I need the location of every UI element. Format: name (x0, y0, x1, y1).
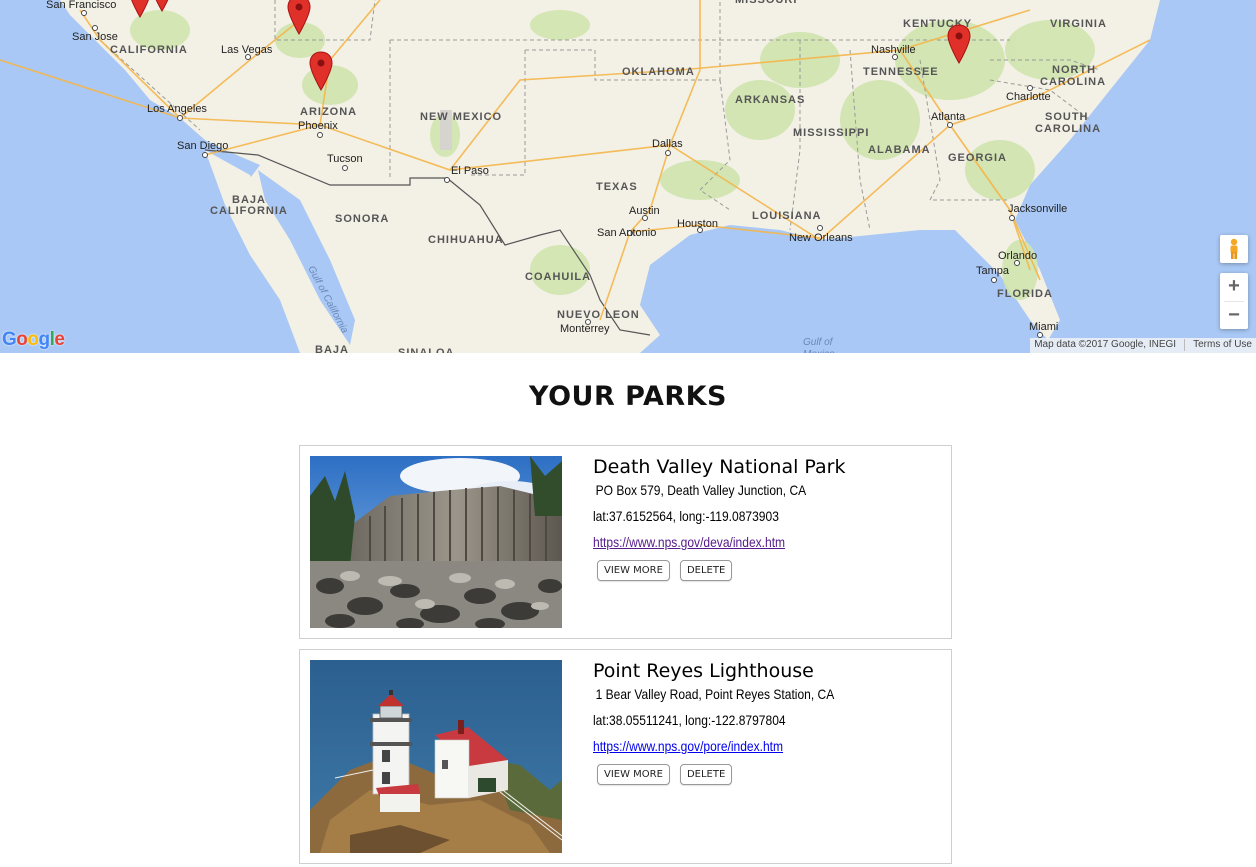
svg-text:Dallas: Dallas (652, 138, 683, 150)
terms-of-use-link[interactable]: Terms of Use (1193, 339, 1252, 352)
svg-text:ALABAMA: ALABAMA (868, 144, 931, 156)
park-photo (310, 456, 562, 628)
park-card: Point Reyes Lighthouse 1 Bear Valley Roa… (299, 649, 952, 864)
svg-text:BAJA: BAJA (315, 344, 349, 353)
delete-button[interactable]: DELETE (679, 764, 733, 785)
svg-text:Monterrey: Monterrey (560, 323, 610, 335)
basalt-columns-photo (310, 456, 562, 628)
svg-text:Phoenix: Phoenix (298, 120, 338, 132)
card-actions: VIEW MORE DELETE (593, 560, 845, 581)
google-logo[interactable]: Google (2, 329, 65, 351)
svg-text:MISSOURI: MISSOURI (735, 0, 797, 6)
park-card: Death Valley National Park PO Box 579, D… (299, 445, 952, 639)
map-attribution: Map data ©2017 Google, INEGI Terms of Us… (1030, 338, 1256, 353)
page-title: YOUR PARKS (528, 381, 728, 412)
svg-text:CAROLINA: CAROLINA (1040, 76, 1106, 88)
svg-text:NORTH: NORTH (1052, 64, 1096, 76)
map-marker-icon[interactable] (309, 51, 333, 91)
svg-text:Gulf of: Gulf of (803, 337, 834, 348)
svg-text:COAHUILA: COAHUILA (525, 271, 591, 283)
svg-text:Charlotte: Charlotte (1006, 91, 1051, 103)
svg-text:Austin: Austin (629, 205, 660, 217)
svg-text:NUEVO LEON: NUEVO LEON (557, 309, 640, 321)
park-website-link[interactable]: https://www.nps.gov/pore/index.htm (593, 738, 834, 754)
map-marker-icon[interactable] (947, 24, 971, 64)
delete-button[interactable]: DELETE (679, 560, 733, 581)
svg-text:Miami: Miami (1029, 321, 1058, 333)
svg-text:ARIZONA: ARIZONA (300, 106, 357, 118)
svg-text:CAROLINA: CAROLINA (1035, 123, 1101, 135)
zoom-in-button[interactable]: + (1220, 273, 1248, 301)
svg-text:LOUISIANA: LOUISIANA (752, 210, 822, 222)
svg-text:Mexico: Mexico (803, 349, 835, 353)
park-info: Point Reyes Lighthouse 1 Bear Valley Roa… (593, 660, 874, 785)
svg-text:TEXAS: TEXAS (596, 181, 638, 193)
view-more-button[interactable]: VIEW MORE (597, 560, 670, 581)
map[interactable]: CALIFORNIA ARIZONA NEW MEXICO OKLAHOMA T… (0, 0, 1256, 353)
svg-text:SINALOA: SINALOA (398, 347, 455, 353)
svg-text:MISSISSIPPI: MISSISSIPPI (793, 127, 869, 139)
zoom-out-button[interactable]: − (1220, 302, 1248, 330)
svg-text:SONORA: SONORA (335, 213, 389, 225)
svg-text:TENNESSEE: TENNESSEE (863, 66, 939, 78)
map-tiles[interactable]: CALIFORNIA ARIZONA NEW MEXICO OKLAHOMA T… (0, 0, 1256, 353)
svg-text:San Antonio: San Antonio (597, 227, 656, 239)
svg-text:Los Angeles: Los Angeles (147, 103, 207, 115)
svg-text:San Francisco: San Francisco (46, 0, 116, 11)
park-name: Death Valley National Park (593, 456, 846, 478)
svg-text:San Jose: San Jose (72, 31, 118, 43)
svg-text:ARKANSAS: ARKANSAS (735, 94, 805, 106)
park-photo (310, 660, 562, 853)
svg-text:Las Vegas: Las Vegas (221, 44, 273, 56)
map-data-credit: Map data ©2017 Google, INEGI (1034, 339, 1177, 350)
card-actions: VIEW MORE DELETE (593, 764, 874, 785)
svg-text:Tucson: Tucson (327, 153, 363, 165)
svg-text:SOUTH: SOUTH (1045, 111, 1089, 123)
svg-text:VIRGINIA: VIRGINIA (1050, 18, 1107, 30)
svg-text:Orlando: Orlando (998, 250, 1037, 262)
svg-text:CALIFORNIA: CALIFORNIA (210, 205, 288, 217)
view-more-button[interactable]: VIEW MORE (597, 764, 670, 785)
map-marker-icon[interactable] (287, 0, 311, 35)
park-info: Death Valley National Park PO Box 579, D… (593, 456, 845, 581)
park-address: PO Box 579, Death Valley Junction, CA (595, 482, 807, 498)
svg-text:Nashville: Nashville (871, 44, 916, 56)
map-marker-icon[interactable] (150, 0, 174, 12)
svg-text:GEORGIA: GEORGIA (948, 152, 1007, 164)
svg-text:Tampa: Tampa (976, 265, 1010, 277)
map-marker-icon[interactable] (128, 0, 152, 18)
svg-text:El Paso: El Paso (451, 165, 489, 177)
svg-text:New Orleans: New Orleans (789, 232, 853, 244)
svg-text:NEW MEXICO: NEW MEXICO (420, 111, 502, 123)
park-coordinates: lat:37.6152564, long:-119.0873903 (593, 508, 779, 524)
svg-text:San Diego: San Diego (177, 140, 228, 152)
park-website-link[interactable]: https://www.nps.gov/deva/index.htm (593, 534, 810, 550)
svg-text:OKLAHOMA: OKLAHOMA (622, 66, 695, 78)
svg-text:CALIFORNIA: CALIFORNIA (110, 44, 188, 56)
street-view-pegman-icon[interactable] (1220, 235, 1248, 263)
lighthouse-photo (310, 660, 562, 853)
svg-text:Houston: Houston (677, 218, 718, 230)
attribution-divider (1184, 339, 1186, 351)
park-coordinates: lat:38.05511241, long:-122.8797804 (593, 712, 786, 728)
park-name: Point Reyes Lighthouse (593, 660, 814, 682)
svg-text:Jacksonville: Jacksonville (1008, 203, 1067, 215)
svg-text:CHIHUAHUA: CHIHUAHUA (428, 234, 504, 246)
svg-text:Atlanta: Atlanta (931, 111, 966, 123)
zoom-controls: + − (1220, 273, 1248, 329)
svg-text:FLORIDA: FLORIDA (997, 288, 1053, 300)
park-address: 1 Bear Valley Road, Point Reyes Station,… (595, 686, 835, 702)
